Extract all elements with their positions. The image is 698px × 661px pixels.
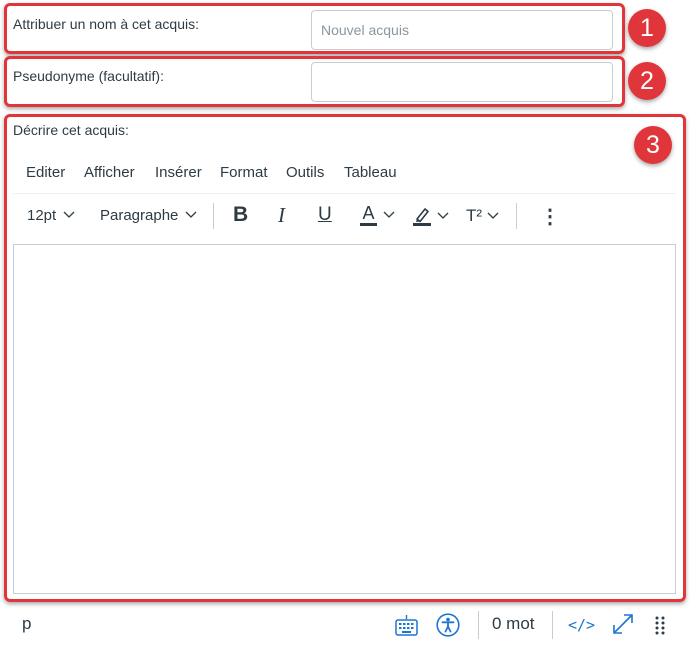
italic-button[interactable]: I bbox=[278, 203, 285, 227]
highlight-color-button[interactable] bbox=[413, 204, 449, 228]
font-size-value: 12pt bbox=[27, 206, 57, 224]
editor-content-area[interactable] bbox=[13, 244, 676, 594]
keyboard-shortcuts-button[interactable] bbox=[395, 614, 418, 641]
menu-afficher[interactable]: Afficher bbox=[84, 164, 135, 181]
resize-handle[interactable] bbox=[655, 615, 665, 640]
text-color-button[interactable]: A bbox=[360, 202, 395, 228]
menu-inserer[interactable]: Insérer bbox=[155, 164, 202, 181]
chevron-down-icon bbox=[185, 211, 197, 218]
statusbar-separator bbox=[552, 611, 553, 639]
menu-format[interactable]: Format bbox=[220, 164, 268, 181]
badge-2: 2 bbox=[628, 62, 666, 100]
element-path[interactable]: p bbox=[22, 614, 31, 634]
more-options-button[interactable]: ⋮ bbox=[540, 204, 560, 228]
pseudonym-label: Pseudonyme (facultatif): bbox=[13, 68, 164, 84]
underline-icon: U bbox=[318, 204, 332, 225]
superscript-icon: T² bbox=[466, 206, 483, 225]
text-color-icon: A bbox=[360, 204, 377, 226]
superscript-button[interactable]: T² bbox=[466, 204, 499, 228]
block-format-select[interactable]: Paragraphe bbox=[100, 206, 197, 224]
chevron-down-icon bbox=[63, 211, 75, 218]
menu-outils[interactable]: Outils bbox=[286, 164, 324, 181]
keyboard-icon bbox=[395, 615, 418, 636]
fullscreen-button[interactable] bbox=[611, 612, 635, 641]
description-label: Décrire cet acquis: bbox=[13, 122, 129, 138]
name-label: Attribuer un nom à cet acquis: bbox=[13, 16, 199, 32]
badge-1: 1 bbox=[628, 9, 666, 47]
badge-3: 3 bbox=[634, 126, 672, 164]
menu-tableau[interactable]: Tableau bbox=[344, 164, 397, 181]
menu-editer[interactable]: Editer bbox=[26, 164, 65, 181]
code-icon: </> bbox=[568, 616, 596, 634]
highlighter-icon bbox=[413, 208, 431, 226]
underline-button[interactable]: U bbox=[318, 203, 332, 227]
block-format-value: Paragraphe bbox=[100, 206, 179, 224]
chevron-down-icon bbox=[383, 211, 395, 218]
statusbar-separator bbox=[478, 611, 479, 639]
chevron-down-icon bbox=[487, 212, 499, 219]
word-count[interactable]: 0 mot bbox=[492, 614, 535, 634]
italic-icon: I bbox=[278, 202, 285, 227]
accessibility-checker-button[interactable] bbox=[436, 613, 460, 642]
expand-icon bbox=[613, 614, 633, 634]
chevron-down-icon bbox=[437, 212, 449, 219]
toolbar-separator bbox=[516, 203, 517, 229]
name-input[interactable] bbox=[311, 10, 613, 50]
bold-icon: B bbox=[233, 203, 249, 226]
drag-handle-icon bbox=[655, 616, 665, 635]
bold-button[interactable]: B bbox=[233, 203, 248, 227]
menubar-divider bbox=[13, 193, 676, 194]
accessibility-icon bbox=[436, 613, 460, 637]
pseudonym-input[interactable] bbox=[311, 62, 613, 102]
font-size-select[interactable]: 12pt bbox=[27, 206, 75, 224]
more-vertical-icon: ⋮ bbox=[540, 205, 560, 228]
html-editor-button[interactable]: </> bbox=[568, 616, 595, 635]
toolbar-separator bbox=[213, 203, 214, 229]
